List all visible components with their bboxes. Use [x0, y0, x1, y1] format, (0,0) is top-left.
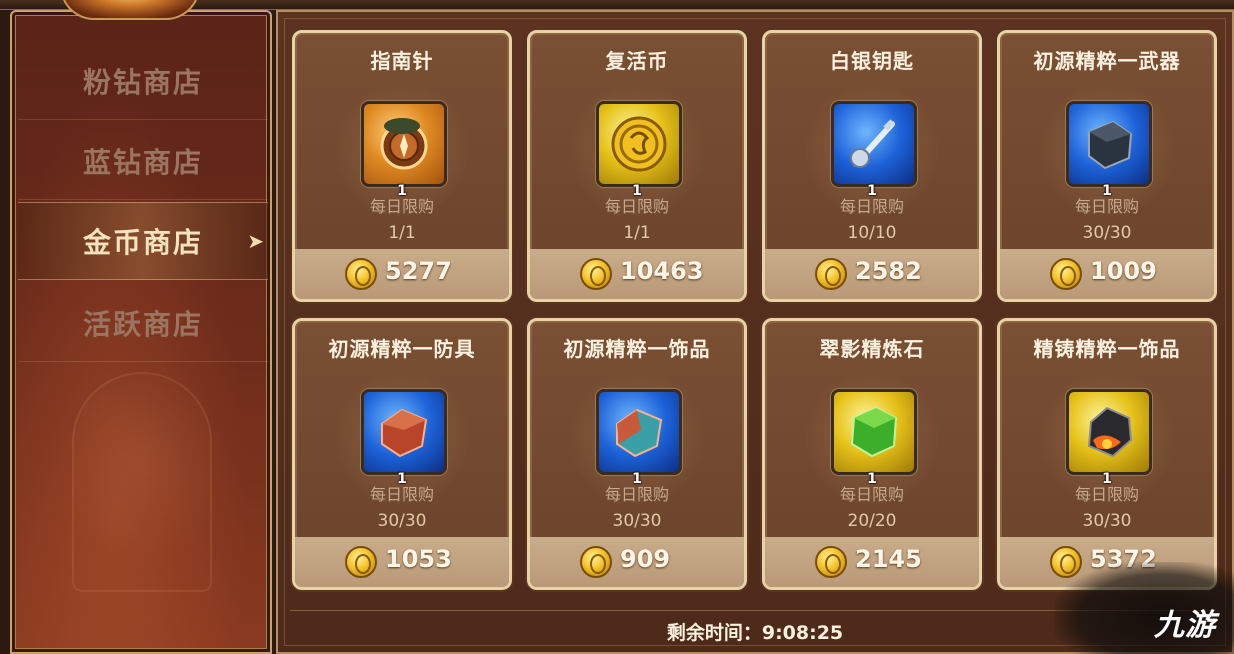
daily-limit-label: 每日限购: [1074, 485, 1139, 504]
gold-coin-icon: [815, 258, 847, 290]
price-bar: 2582: [765, 249, 979, 299]
watermark-logo: 九游: [1054, 562, 1234, 654]
item-name: 复活币: [605, 49, 669, 73]
daily-limit-count: 30/30: [377, 511, 427, 531]
item-name: 精铸精粹一饰品: [1033, 337, 1181, 361]
watermark-text: 九游: [1154, 608, 1216, 643]
sidebar-item-label: 粉钻商店: [82, 65, 203, 99]
sidebar-item-label: 活跃商店: [82, 307, 203, 341]
sidebar-item-blue-diamond-shop[interactable]: 蓝钻商店: [18, 122, 268, 200]
top-lamp-ornament: [60, 0, 200, 20]
accessory-essence-icon: [596, 389, 682, 475]
item-name: 翠影精炼石: [819, 337, 925, 361]
price-bar: 5277: [295, 249, 509, 299]
silver-key-icon: [831, 101, 917, 187]
sidebar-ornament: [72, 372, 212, 592]
price-bar: 2145: [765, 537, 979, 587]
item-name: 初源精粹一防具: [328, 337, 476, 361]
shop-item-card[interactable]: 精铸精粹一饰品 1 每日限购 30/30 5372: [997, 318, 1217, 590]
daily-limit-count: 1/1: [623, 223, 651, 243]
item-price: 2582: [855, 257, 922, 285]
daily-limit-label: 每日限购: [839, 485, 904, 504]
gold-coin-icon: [580, 258, 612, 290]
price-bar: 10463: [530, 249, 744, 299]
price-bar: 1009: [1000, 249, 1214, 299]
daily-limit-label: 每日限购: [369, 485, 434, 504]
daily-limit-count: 20/20: [847, 511, 897, 531]
shop-item-card[interactable]: 初源精粹一武器 1 每日限购 30/30 1009: [997, 30, 1217, 302]
item-price: 1053: [385, 545, 452, 573]
daily-limit-count: 30/30: [612, 511, 662, 531]
item-price: 1009: [1090, 257, 1157, 285]
forged-essence-icon: [1066, 389, 1152, 475]
shop-item-card[interactable]: 指南针 1 每日限购 1/1 5277: [292, 30, 512, 302]
green-refine-stone-icon: [831, 389, 917, 475]
item-name: 初源精粹一饰品: [563, 337, 711, 361]
armor-essence-icon: [361, 389, 447, 475]
sidebar-item-label: 金币商店: [82, 226, 203, 259]
shop-item-card[interactable]: 复活币 1 每日限购 1/1 10463: [527, 30, 747, 302]
price-bar: 1053: [295, 537, 509, 587]
gold-coin-icon: [815, 546, 847, 578]
sidebar-item-pink-diamond-shop[interactable]: 粉钻商店: [18, 42, 268, 120]
gold-coin-icon: [345, 546, 377, 578]
item-name: 初源精粹一武器: [1033, 49, 1181, 73]
sidebar-item-label: 蓝钻商店: [82, 145, 203, 179]
shop-sidebar: 粉钻商店 蓝钻商店 金币商店 ➤ 活跃商店: [10, 10, 272, 654]
daily-limit-label: 每日限购: [839, 197, 904, 216]
sidebar-item-activity-shop[interactable]: 活跃商店: [18, 284, 268, 362]
daily-limit-label: 每日限购: [604, 197, 669, 216]
daily-limit-count: 30/30: [1082, 223, 1132, 243]
daily-limit-label: 每日限购: [369, 197, 434, 216]
item-price: 909: [620, 545, 671, 573]
weapon-essence-icon: [1066, 101, 1152, 187]
item-name: 白银钥匙: [830, 49, 914, 73]
shop-item-card[interactable]: 初源精粹一防具 1 每日限购 30/30 1053: [292, 318, 512, 590]
gold-coin-icon: [1050, 258, 1082, 290]
compass-icon: [361, 101, 447, 187]
item-price: 2145: [855, 545, 922, 573]
item-price: 5277: [385, 257, 452, 285]
item-name: 指南针: [370, 49, 434, 73]
shop-main-panel: 指南针 1 每日限购 1/1 5277 复活币 1 每日限购 1/1 10463…: [276, 10, 1234, 654]
daily-limit-count: 30/30: [1082, 511, 1132, 531]
chevron-right-icon: ➤: [247, 229, 266, 253]
sidebar-item-gold-coin-shop[interactable]: 金币商店 ➤: [18, 202, 268, 280]
price-bar: 909: [530, 537, 744, 587]
shop-item-card[interactable]: 初源精粹一饰品 1 每日限购 30/30 909: [527, 318, 747, 590]
gold-coin-icon: [580, 546, 612, 578]
gold-coin-icon: [345, 258, 377, 290]
daily-limit-count: 1/1: [388, 223, 416, 243]
revive-coin-icon: [596, 101, 682, 187]
shop-item-card[interactable]: 白银钥匙 1 每日限购 10/10 2582: [762, 30, 982, 302]
daily-limit-count: 10/10: [847, 223, 897, 243]
daily-limit-label: 每日限购: [604, 485, 669, 504]
item-price: 10463: [620, 257, 704, 285]
daily-limit-label: 每日限购: [1074, 197, 1139, 216]
shop-item-card[interactable]: 翠影精炼石 1 每日限购 20/20 2145: [762, 318, 982, 590]
